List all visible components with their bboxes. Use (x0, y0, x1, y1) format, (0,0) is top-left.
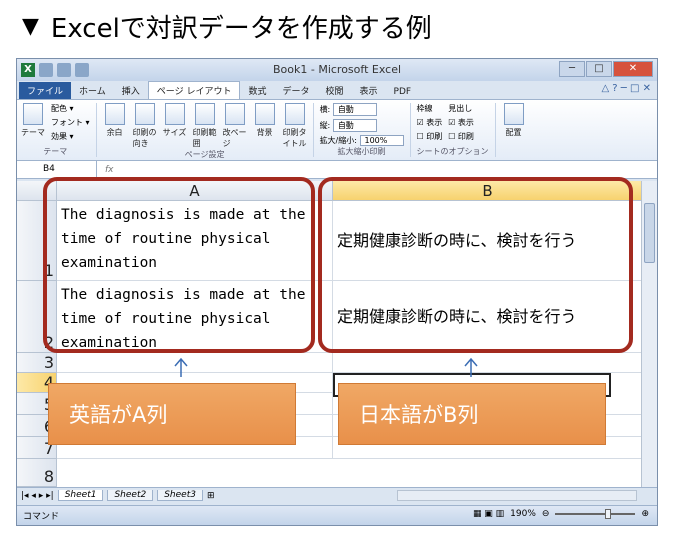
sheet-nav-arrows-icon[interactable]: |◂ ◂ ▸ ▸| (21, 491, 54, 501)
theme-button[interactable]: テーマ (21, 103, 45, 146)
zoom-in-icon[interactable]: ⊕ (641, 509, 649, 519)
tab-home[interactable]: ホーム (71, 82, 114, 99)
group-label-theme: テーマ (43, 147, 68, 156)
cell-b3[interactable] (333, 353, 643, 373)
margins-button[interactable]: 余白 (103, 103, 127, 149)
row-header-3[interactable]: 3 (17, 353, 57, 373)
title-bar: X Book1 - Microsoft Excel ─ □ ✕ (17, 59, 657, 81)
tab-view[interactable]: 表示 (352, 82, 386, 99)
gridlines-view-checkbox[interactable]: ☑ 表示 (417, 117, 443, 128)
tab-formulas[interactable]: 数式 (240, 82, 274, 99)
ribbon-tabs: ファイル ホーム 挿入 ページ レイアウト 数式 データ 校閲 表示 PDF △… (17, 81, 657, 99)
zoom-controls: ▦ ▣ ▥ 190% ⊖ ⊕ (473, 509, 649, 519)
window-controls: ─ □ ✕ (559, 61, 653, 77)
sheet-tab-1[interactable]: Sheet1 (57, 490, 104, 501)
theme-icon (23, 103, 43, 125)
name-box[interactable]: B4 (17, 161, 97, 178)
arrow-up-b-icon (464, 358, 478, 377)
callout-column-b (318, 177, 633, 353)
view-buttons-icon[interactable]: ▦ ▣ ▥ (473, 509, 504, 519)
width-label: 横: (319, 105, 331, 114)
triangle-icon: ▼ (22, 14, 39, 39)
tab-review[interactable]: 校閲 (317, 82, 351, 99)
size-icon (164, 103, 185, 125)
tab-page-layout[interactable]: ページ レイアウト (147, 81, 241, 99)
margins-icon (104, 103, 125, 125)
group-page-setup: 余白 印刷の向き サイズ 印刷範囲 改ページ 背景 印刷タイトル ページ設定 (103, 103, 314, 159)
height-select[interactable]: 自動 (332, 119, 377, 132)
zoom-slider-knob[interactable] (605, 509, 612, 519)
new-sheet-icon[interactable]: ⊞ (207, 491, 215, 501)
print-titles-icon (284, 103, 305, 125)
group-label-scale: 拡大縮小印刷 (337, 147, 386, 156)
height-label: 縦: (319, 121, 331, 130)
group-sheet-options: 枠線 ☑ 表示 ☐ 印刷 見出し ☑ 表示 ☐ 印刷 シートのオプション (417, 103, 496, 157)
gridlines-print-checkbox[interactable]: ☐ 印刷 (417, 131, 443, 142)
orientation-icon (134, 103, 155, 125)
scale-label: 拡大/縮小: (319, 136, 357, 145)
print-titles-button[interactable]: 印刷タイトル (283, 103, 307, 149)
tab-file[interactable]: ファイル (19, 82, 72, 99)
gridlines-label: 枠線 (416, 104, 433, 113)
group-scale: 横: 自動 縦: 自動 拡大/縮小: 100% 拡大縮小印刷 (320, 103, 411, 157)
fx-icon[interactable]: fx (97, 165, 114, 175)
horizontal-scrollbar[interactable] (397, 490, 637, 501)
breaks-button[interactable]: 改ページ (223, 103, 247, 149)
colors-button[interactable]: 配色 ▾ (51, 103, 90, 114)
tab-data[interactable]: データ (274, 82, 317, 99)
close-button[interactable]: ✕ (613, 61, 653, 77)
print-area-icon (194, 103, 215, 125)
cell-a3[interactable] (57, 353, 333, 373)
group-label-page-setup: ページ設定 (184, 150, 225, 159)
sheet-tab-3[interactable]: Sheet3 (157, 490, 203, 501)
row-header-8[interactable]: 8 (17, 459, 57, 487)
vertical-scrollbar[interactable] (641, 181, 657, 487)
scale-input[interactable]: 100% (359, 135, 404, 146)
background-icon (254, 103, 275, 125)
arrange-button[interactable]: 配置 (502, 103, 526, 138)
callout-column-a (43, 177, 315, 353)
arrow-up-a-icon (174, 358, 188, 377)
headings-label: 見出し (448, 104, 473, 113)
group-arrange: 配置 (502, 103, 532, 157)
heading-text: Excelで対訳データを作成する例 (50, 14, 432, 44)
print-area-button[interactable]: 印刷範囲 (193, 103, 217, 149)
group-label-sheet-options: シートのオプション (416, 147, 489, 156)
tab-insert[interactable]: 挿入 (114, 82, 148, 99)
ribbon: テーマ 配色 ▾ フォント ▾ 効果 ▾ テーマ 余白 印刷の向き サイズ 印刷… (17, 99, 657, 161)
scroll-thumb[interactable] (644, 203, 655, 263)
headings-print-checkbox[interactable]: ☐ 印刷 (448, 131, 474, 142)
zoom-slider[interactable] (555, 509, 636, 519)
status-mode: コマンド (23, 512, 60, 522)
maximize-button[interactable]: □ (586, 61, 612, 77)
arrange-icon (503, 103, 524, 125)
fonts-button[interactable]: フォント ▾ (51, 117, 90, 128)
orientation-button[interactable]: 印刷の向き (133, 103, 157, 149)
background-button[interactable]: 背景 (253, 103, 277, 149)
minimize-button[interactable]: ─ (559, 61, 585, 77)
status-bar: コマンド ▦ ▣ ▥ 190% ⊖ ⊕ (17, 505, 657, 525)
label-japanese: 日本語がB列 (338, 383, 606, 445)
width-select[interactable]: 自動 (332, 103, 377, 116)
size-button[interactable]: サイズ (163, 103, 187, 149)
zoom-level[interactable]: 190% (510, 509, 536, 519)
group-theme: テーマ 配色 ▾ フォント ▾ 効果 ▾ テーマ (21, 103, 97, 157)
label-english: 英語がA列 (48, 383, 296, 445)
effects-button[interactable]: 効果 ▾ (51, 131, 90, 142)
headings-view-checkbox[interactable]: ☑ 表示 (448, 117, 474, 128)
help-controls[interactable]: △ ? ─ □ ✕ (601, 83, 651, 94)
sheet-tab-2[interactable]: Sheet2 (107, 490, 154, 501)
tab-pdf[interactable]: PDF (386, 85, 420, 99)
breaks-icon (224, 103, 245, 125)
zoom-out-icon[interactable]: ⊖ (542, 509, 550, 519)
page-heading: ▼ Excelで対訳データを作成する例 (22, 8, 432, 45)
